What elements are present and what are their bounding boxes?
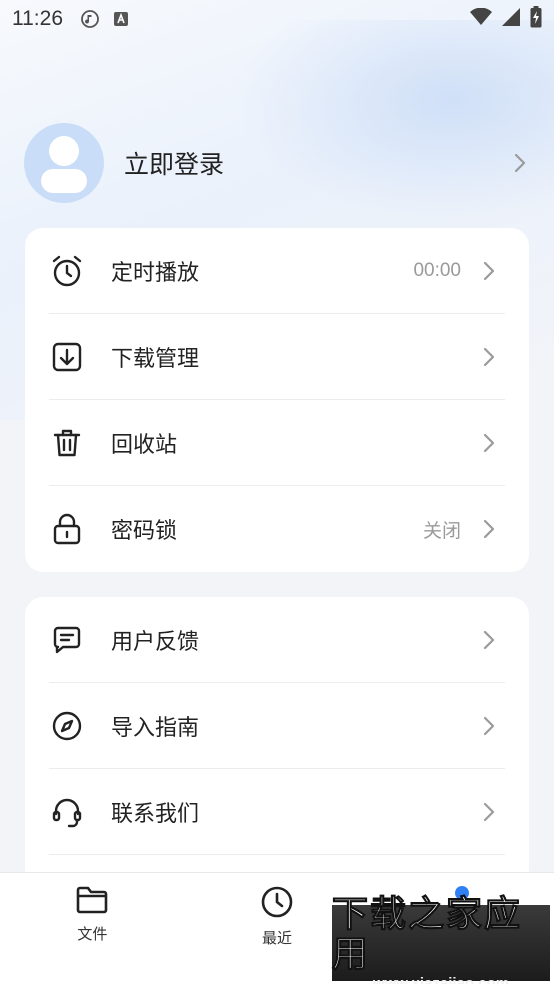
settings-card-primary: 定时播放 00:00 下载管理 回收站 密码锁 关闭 bbox=[25, 228, 529, 572]
chevron-right-icon bbox=[479, 261, 499, 281]
watermark-title: 下载之家应用 bbox=[332, 893, 523, 975]
chevron-right-icon bbox=[479, 802, 499, 822]
menu-item-label: 密码锁 bbox=[111, 519, 178, 544]
folder-icon bbox=[75, 885, 109, 919]
chevron-right-icon bbox=[479, 433, 499, 453]
status-bar: 11:26 bbox=[0, 0, 554, 38]
chevron-right-icon bbox=[479, 519, 499, 539]
feedback-icon bbox=[49, 622, 85, 658]
a-icon bbox=[113, 11, 129, 27]
chevron-right-icon bbox=[479, 347, 499, 367]
watermark-url: www.xiazaiiao.com bbox=[372, 974, 510, 984]
trash-icon bbox=[49, 425, 85, 461]
menu-item-label: 联系我们 bbox=[111, 802, 200, 827]
chevron-right-icon bbox=[479, 630, 499, 650]
menu-item-label: 用户反馈 bbox=[111, 630, 200, 655]
wifi-icon bbox=[470, 7, 492, 31]
settings-card-support: 用户反馈 导入指南 联系我们 bbox=[25, 597, 529, 887]
login-label: 立即登录 bbox=[124, 150, 225, 179]
menu-item-label: 定时播放 bbox=[111, 261, 200, 286]
avatar[interactable] bbox=[24, 123, 104, 203]
tab-label: 最近 bbox=[262, 929, 293, 947]
music-icon bbox=[81, 10, 99, 28]
divider bbox=[49, 854, 505, 855]
headset-icon bbox=[49, 794, 85, 830]
tab-files[interactable]: 文件 bbox=[0, 873, 185, 984]
signal-icon bbox=[502, 7, 520, 31]
chevron-right-icon bbox=[510, 153, 530, 173]
menu-item-contact-us[interactable]: 联系我们 bbox=[25, 769, 529, 855]
compass-icon bbox=[49, 708, 85, 744]
watermark-logo: 下载之家应用 www.xiazaiiao.com bbox=[332, 894, 550, 984]
tab-label: 文件 bbox=[77, 925, 108, 943]
chevron-right-icon bbox=[479, 716, 499, 736]
lock-icon bbox=[49, 511, 85, 547]
lock-status-value: 关闭 bbox=[422, 519, 461, 542]
menu-item-download-manager[interactable]: 下载管理 bbox=[25, 314, 529, 400]
battery-icon bbox=[530, 5, 542, 33]
alarm-clock-icon bbox=[49, 253, 85, 289]
menu-item-sleep-timer[interactable]: 定时播放 00:00 bbox=[25, 228, 529, 314]
timer-value: 00:00 bbox=[413, 260, 461, 281]
download-icon bbox=[49, 339, 85, 375]
menu-item-label: 导入指南 bbox=[111, 716, 200, 741]
menu-item-label: 下载管理 bbox=[111, 347, 200, 372]
menu-item-label: 回收站 bbox=[111, 433, 178, 458]
status-time: 11:26 bbox=[12, 7, 63, 30]
menu-item-feedback[interactable]: 用户反馈 bbox=[25, 597, 529, 683]
menu-item-import-guide[interactable]: 导入指南 bbox=[25, 683, 529, 769]
menu-item-recycle-bin[interactable]: 回收站 bbox=[25, 400, 529, 486]
login-row[interactable]: 立即登录 bbox=[24, 122, 530, 204]
menu-item-password-lock[interactable]: 密码锁 关闭 bbox=[25, 486, 529, 572]
clock-icon bbox=[260, 885, 294, 923]
